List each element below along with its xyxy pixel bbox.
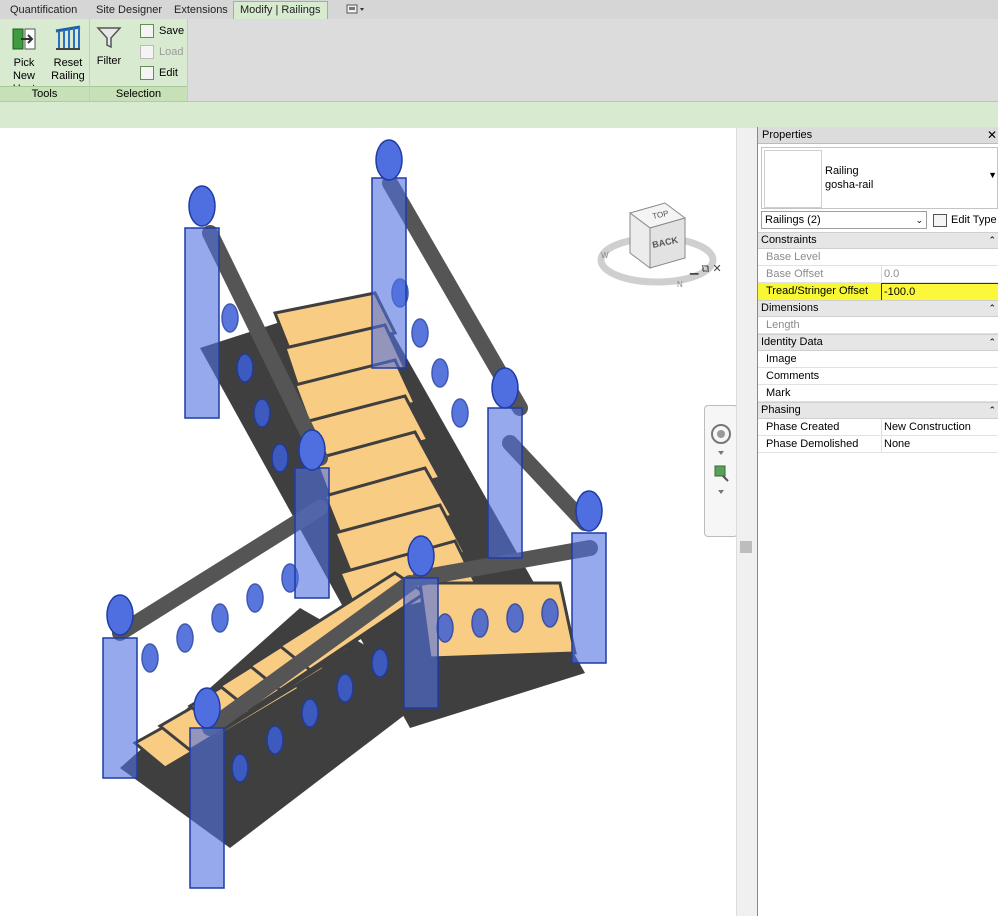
- navigation-bar: [704, 405, 738, 537]
- section-constraints[interactable]: Constraints ⌃: [758, 232, 998, 249]
- properties-palette: Properties ✕ Railing gosha-rail ▼ Railin…: [757, 127, 998, 916]
- reset-railing-button[interactable]: Reset Railing: [48, 23, 88, 83]
- phase-created-field[interactable]: New Construction: [881, 419, 998, 435]
- properties-grid: Constraints ⌃ Base Level Base Offset 0.0 T…: [758, 232, 998, 453]
- phase-created-label: Phase Created: [766, 421, 840, 433]
- instance-selector-value: Railings (2): [765, 214, 821, 226]
- edit-type-button[interactable]: Edit Type: [933, 211, 997, 229]
- edit-selection-icon: [140, 66, 154, 81]
- section-constraints-label: Constraints: [761, 234, 817, 246]
- save-selection-icon: [140, 24, 154, 39]
- tab-site-designer[interactable]: Site Designer: [96, 2, 162, 18]
- row-tread-stringer-offset: Tread/Stringer Offset -100.0: [758, 283, 998, 301]
- section-phasing-label: Phasing: [761, 404, 801, 416]
- length-label: Length: [766, 319, 800, 331]
- base-level-label: Base Level: [766, 251, 821, 263]
- tab-modify-railings[interactable]: Modify | Railings: [233, 1, 328, 20]
- phase-demolished-field[interactable]: None: [881, 436, 998, 452]
- chevron-down-icon[interactable]: [718, 451, 724, 455]
- section-phasing[interactable]: Phasing ⌃: [758, 402, 998, 419]
- close-icon[interactable]: ✕: [987, 127, 997, 143]
- zoom-chevron-down-icon[interactable]: [718, 490, 724, 494]
- base-offset-label: Base Offset: [766, 268, 824, 280]
- phase-demolished-label: Phase Demolished: [766, 438, 859, 450]
- selection-panel: Filter Save Load Edit Selection: [90, 19, 188, 101]
- ribbon-tab-bar: Quantification Site Designer Extensions …: [0, 0, 998, 20]
- reset-railing-line1: Reset: [53, 57, 83, 69]
- collapse-icon[interactable]: ⌃: [988, 335, 996, 350]
- comments-label: Comments: [766, 370, 820, 382]
- pick-new-host-icon: [12, 28, 36, 50]
- type-name: gosha-rail: [825, 179, 874, 191]
- close-view-icon[interactable]: ✕: [712, 263, 721, 275]
- view-window-controls: ▁ ⧉ ✕: [690, 262, 722, 276]
- properties-title: Properties: [762, 129, 813, 141]
- zoom-icon[interactable]: [714, 465, 729, 482]
- options-bar: [0, 101, 998, 129]
- row-length: Length: [758, 317, 998, 334]
- compass-west-label: W: [601, 251, 609, 260]
- type-preview-image: [764, 150, 822, 208]
- tools-panel: Pick New Host Reset Railing Tools: [0, 19, 90, 101]
- edit-type-label: Edit Type: [951, 214, 997, 226]
- collapse-icon[interactable]: ⌃: [988, 233, 996, 248]
- filter-icon: [96, 27, 122, 49]
- row-base-offset: Base Offset 0.0: [758, 266, 998, 283]
- steering-wheel-icon[interactable]: [711, 424, 731, 444]
- instance-selector[interactable]: Railings (2) ⌄: [761, 211, 927, 229]
- ribbon: Pick New Host Reset Railing Tools Filter…: [0, 19, 998, 101]
- save-selection-button[interactable]: Save: [140, 22, 184, 40]
- edit-selection-button[interactable]: Edit: [140, 64, 178, 82]
- 3d-view[interactable]: TOP BACK W N ▁ ⧉ ✕: [0, 128, 756, 916]
- row-mark: Mark: [758, 385, 998, 402]
- pick-new-host-line1: Pick: [13, 57, 35, 69]
- collapse-icon[interactable]: ⌃: [988, 403, 996, 418]
- restore-view-icon[interactable]: ⧉: [702, 263, 710, 275]
- type-selector[interactable]: Railing gosha-rail ▼: [761, 147, 998, 209]
- load-selection-icon: [140, 45, 154, 60]
- load-selection-button[interactable]: Load: [140, 43, 183, 61]
- row-phase-created: Phase Created New Construction: [758, 419, 998, 436]
- instance-row: Railings (2) ⌄ Edit Type: [761, 211, 997, 229]
- tread-stringer-offset-label: Tread/Stringer Offset: [766, 285, 869, 297]
- row-comments: Comments: [758, 368, 998, 385]
- edit-type-icon: [933, 213, 947, 227]
- type-family: Railing: [825, 165, 859, 177]
- chevron-down-icon[interactable]: ⌄: [915, 212, 923, 228]
- image-label: Image: [766, 353, 797, 365]
- mark-label: Mark: [766, 387, 791, 399]
- minimize-view-icon[interactable]: ▁: [690, 263, 698, 275]
- load-selection-label: Load: [159, 46, 184, 58]
- save-selection-label: Save: [159, 25, 185, 37]
- view-scrollbar[interactable]: [736, 128, 757, 916]
- row-base-level: Base Level: [758, 249, 998, 266]
- ribbon-minimize-icon[interactable]: [346, 3, 366, 19]
- properties-title-bar: Properties ✕: [758, 127, 998, 144]
- section-dimensions[interactable]: Dimensions ⌃: [758, 300, 998, 317]
- row-phase-demolished: Phase Demolished None: [758, 436, 998, 453]
- filter-label: Filter: [96, 55, 122, 67]
- viewcube[interactable]: TOP BACK W N: [595, 198, 720, 293]
- tab-extensions[interactable]: Extensions: [174, 2, 228, 18]
- base-offset-value: 0.0: [881, 266, 998, 282]
- scrollbar-thumb[interactable]: [740, 541, 752, 553]
- filter-button[interactable]: Filter: [93, 23, 125, 68]
- section-dimensions-label: Dimensions: [761, 302, 819, 314]
- compass-north-label: N: [677, 280, 683, 289]
- section-identity-data[interactable]: Identity Data ⌃: [758, 334, 998, 351]
- collapse-icon[interactable]: ⌃: [988, 301, 996, 316]
- edit-selection-label: Edit: [159, 67, 178, 79]
- tab-quantification[interactable]: Quantification: [10, 2, 77, 18]
- row-image: Image: [758, 351, 998, 368]
- tools-panel-label: Tools: [0, 86, 89, 101]
- section-identity-data-label: Identity Data: [761, 336, 823, 348]
- tread-stringer-offset-field[interactable]: -100.0: [881, 283, 998, 301]
- type-dropdown-icon[interactable]: ▼: [988, 170, 997, 180]
- selection-panel-label: Selection: [90, 86, 187, 101]
- railing-icon: [55, 25, 81, 50]
- reset-railing-line2: Railing: [51, 70, 85, 82]
